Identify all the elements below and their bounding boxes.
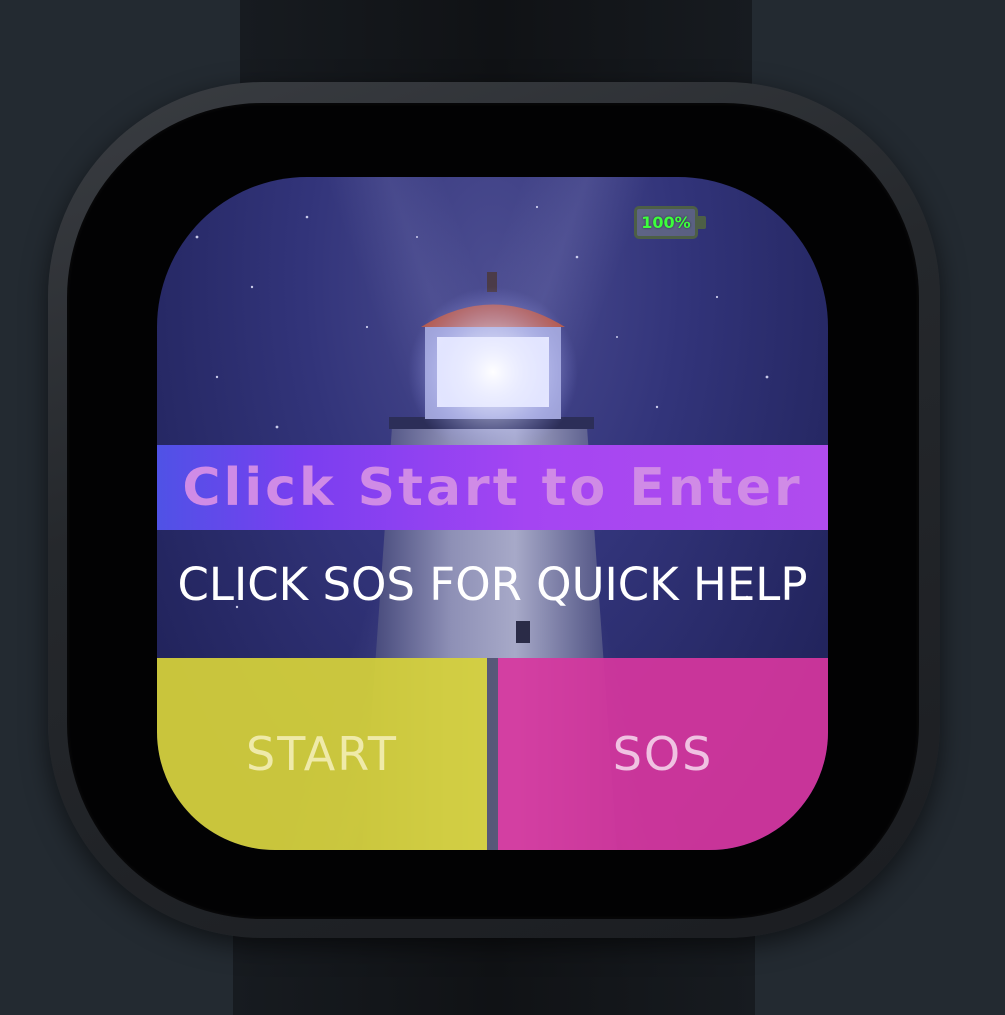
watch-stage: 100% Click Start to Enter CLICK SOS FOR … xyxy=(0,0,1005,1015)
sos-button[interactable]: SOS xyxy=(498,658,828,850)
enter-banner: Click Start to Enter xyxy=(157,445,828,530)
sos-hint-text: CLICK SOS FOR QUICK HELP xyxy=(177,558,808,611)
battery-percent: 100% xyxy=(641,213,691,232)
battery-cap xyxy=(698,216,706,229)
start-button[interactable]: START xyxy=(157,658,487,850)
button-divider xyxy=(487,658,498,850)
watch-screen: 100% Click Start to Enter CLICK SOS FOR … xyxy=(157,177,828,850)
start-button-label: START xyxy=(246,727,398,781)
battery-indicator: 100% xyxy=(634,206,707,239)
sos-button-label: SOS xyxy=(612,727,714,781)
enter-banner-text: Click Start to Enter xyxy=(182,457,803,518)
